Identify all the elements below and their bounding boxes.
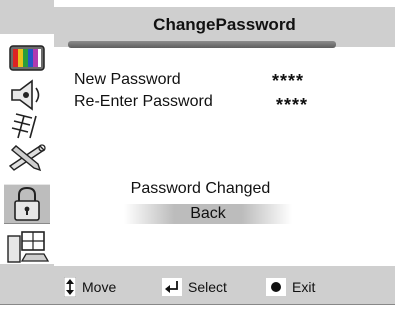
select-label: Select bbox=[188, 279, 227, 295]
up-down-arrow-icon bbox=[64, 277, 76, 297]
move-label: Move bbox=[82, 279, 117, 295]
sidebar-bottom-panel bbox=[0, 264, 54, 304]
move-hint: Move bbox=[64, 277, 116, 297]
lock-icon[interactable] bbox=[4, 184, 50, 224]
tools-icon[interactable] bbox=[4, 140, 50, 178]
select-hint: Select bbox=[162, 277, 227, 297]
exit-hint: Exit bbox=[266, 277, 315, 297]
enter-icon bbox=[162, 278, 182, 296]
new-password-label: New Password bbox=[74, 71, 181, 88]
status-message: Password Changed bbox=[130, 180, 271, 197]
reenter-password-field[interactable]: **** bbox=[276, 95, 308, 116]
main-panel: ChangePassword New Password **** Re-Ente… bbox=[54, 0, 395, 315]
header-bar bbox=[68, 41, 336, 48]
exit-label: Exit bbox=[292, 279, 316, 295]
back-button[interactable]: Back bbox=[124, 204, 292, 224]
exit-dot-icon bbox=[266, 278, 286, 296]
pc-setup-icon[interactable] bbox=[4, 228, 50, 266]
new-password-field[interactable]: **** bbox=[272, 71, 304, 92]
footer-hints: Move Select Exit bbox=[54, 266, 395, 304]
menu-header: ChangePassword bbox=[54, 7, 395, 48]
osd-screen: ChangePassword New Password **** Re-Ente… bbox=[0, 0, 395, 316]
menu-sidebar bbox=[0, 0, 54, 315]
sidebar-top-panel bbox=[0, 0, 54, 34]
picture-icon[interactable] bbox=[4, 40, 50, 78]
menu-title: ChangePassword bbox=[153, 15, 296, 34]
reenter-password-label: Re-Enter Password bbox=[74, 93, 213, 110]
bottom-strip bbox=[0, 304, 395, 316]
